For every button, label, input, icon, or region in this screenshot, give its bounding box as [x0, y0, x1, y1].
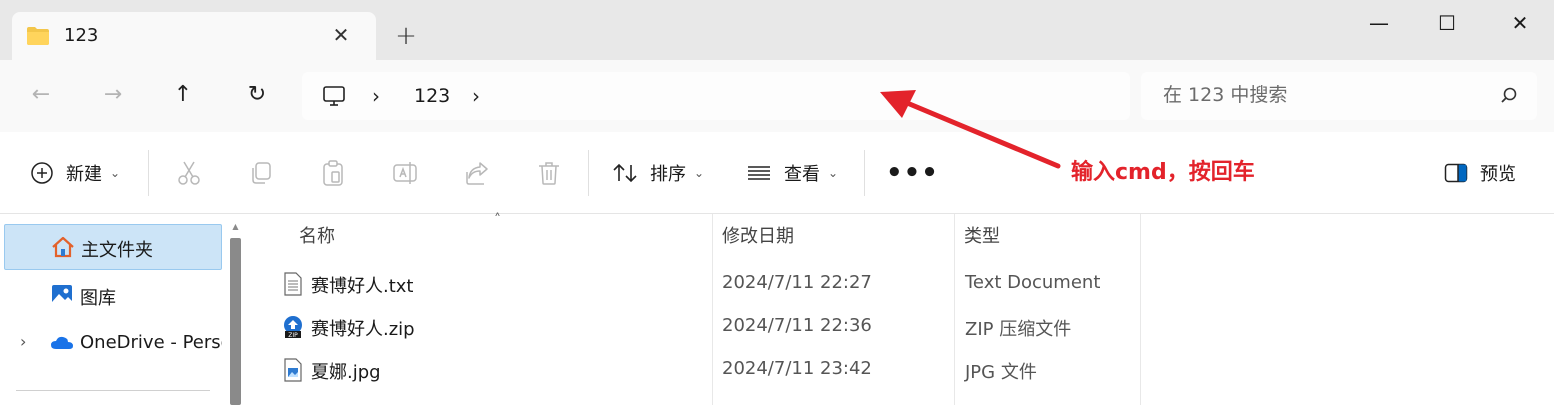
view-icon [748, 166, 770, 180]
sort-button[interactable]: 排序 ⌄ [612, 156, 704, 190]
navigation-bar: ← → ↑ ↻ › 123 › [0, 60, 1554, 132]
file-date: 2024/7/11 22:36 [722, 315, 872, 336]
sort-icon [613, 163, 637, 183]
minimize-icon[interactable]: — [1362, 8, 1396, 38]
new-button[interactable]: 新建 ⌄ [30, 156, 120, 190]
sort-label: 排序 [650, 164, 686, 185]
home-icon [52, 236, 74, 258]
refresh-icon[interactable]: ↻ [240, 78, 274, 112]
image-file-icon [284, 358, 302, 382]
plus-circle-icon [31, 162, 53, 184]
table-row[interactable]: 赛博好人.txt 2024/7/11 22:27 Text Document [248, 264, 1140, 304]
table-row[interactable]: 夏娜.jpg 2024/7/11 23:42 JPG 文件 [248, 350, 1140, 390]
file-name: 赛博好人.zip [311, 319, 415, 340]
table-row[interactable]: ZIP 赛博好人.zip 2024/7/11 22:36 ZIP 压缩文件 [248, 307, 1140, 347]
column-header-name[interactable]: 名称 [299, 222, 335, 248]
file-name: 赛博好人.txt [311, 276, 414, 297]
new-tab-icon[interactable]: + [392, 22, 420, 50]
copy-icon[interactable] [246, 158, 276, 188]
expand-chevron-icon[interactable]: › [20, 332, 26, 351]
share-icon[interactable] [462, 158, 492, 188]
close-window-icon[interactable]: ✕ [1503, 8, 1537, 38]
column-header-type[interactable]: 类型 [964, 222, 1000, 248]
text-file-icon [284, 272, 302, 296]
back-arrow-icon[interactable]: ← [24, 78, 58, 112]
rename-icon[interactable] [390, 158, 420, 188]
navigation-pane: 主文件夹 图库 › OneDrive - Personal [0, 214, 246, 405]
preview-label: 预览 [1480, 164, 1516, 185]
new-label: 新建 [66, 164, 102, 185]
preview-button[interactable]: 预览 [1444, 156, 1516, 190]
search-input[interactable] [1163, 84, 1483, 106]
search-box[interactable] [1141, 72, 1537, 120]
chevron-right-icon[interactable]: › [372, 84, 380, 108]
computer-icon[interactable] [322, 84, 346, 108]
divider [16, 390, 210, 391]
delete-icon[interactable] [534, 158, 564, 188]
title-bar: 123 ✕ + — ☐ ✕ [0, 0, 1554, 60]
address-bar[interactable]: › 123 › [302, 72, 1130, 120]
more-options-icon[interactable]: ••• [886, 156, 939, 190]
tab-close-icon[interactable]: ✕ [328, 22, 354, 48]
chevron-down-icon: ⌄ [694, 166, 705, 180]
divider [148, 150, 149, 196]
chevron-right-icon[interactable]: › [472, 84, 480, 108]
divider [864, 150, 865, 196]
forward-arrow-icon[interactable]: → [96, 78, 130, 112]
sort-ascending-icon: ˄ [494, 212, 501, 228]
annotation-text: 输入cmd，按回车 [1071, 160, 1255, 185]
up-arrow-icon[interactable]: ↑ [166, 78, 200, 112]
view-button[interactable]: 查看 ⌄ [746, 156, 838, 190]
sidebar-scrollbar[interactable] [230, 238, 241, 405]
file-date: 2024/7/11 23:42 [722, 358, 872, 379]
command-bar: 新建 ⌄ 排序 ⌄ 查看 ⌄ ••• 预览 [0, 132, 1554, 214]
search-icon[interactable] [1499, 86, 1519, 106]
chevron-down-icon: ⌄ [110, 166, 121, 180]
paste-icon[interactable] [318, 158, 348, 188]
maximize-icon[interactable]: ☐ [1430, 8, 1464, 38]
column-divider[interactable] [1140, 214, 1141, 405]
file-date: 2024/7/11 22:27 [722, 272, 872, 293]
divider [588, 150, 589, 196]
sidebar-item-label: 图库 [80, 288, 116, 309]
sidebar-item-label: 主文件夹 [81, 240, 153, 261]
tab-title: 123 [64, 25, 99, 46]
file-name: 夏娜.jpg [311, 362, 381, 383]
chevron-down-icon: ⌄ [828, 166, 839, 180]
file-type: Text Document [965, 272, 1101, 293]
sidebar-item-onedrive[interactable]: › OneDrive - Personal [4, 321, 222, 367]
folder-icon [27, 27, 49, 45]
zip-file-icon: ZIP [284, 316, 302, 339]
cut-icon[interactable] [174, 158, 204, 188]
onedrive-icon [51, 336, 73, 349]
tab-123[interactable]: 123 ✕ [12, 12, 376, 60]
file-list: ˄ 名称 修改日期 类型 赛博好人.txt 2024/7/11 22:27 Te… [248, 212, 1554, 405]
view-label: 查看 [784, 164, 820, 185]
file-type: JPG 文件 [965, 362, 1037, 383]
scroll-up-icon[interactable]: ▲ [230, 222, 241, 234]
column-header-date[interactable]: 修改日期 [722, 222, 794, 248]
sidebar-item-home[interactable]: 主文件夹 [4, 224, 222, 270]
preview-pane-icon [1444, 163, 1468, 183]
gallery-icon [52, 285, 72, 305]
file-type: ZIP 压缩文件 [965, 319, 1072, 340]
sidebar-item-gallery[interactable]: 图库 [4, 273, 222, 319]
sidebar-item-label: OneDrive - Personal [80, 332, 222, 353]
svg-text:ZIP: ZIP [288, 332, 298, 339]
breadcrumb-123[interactable]: 123 [414, 85, 450, 107]
